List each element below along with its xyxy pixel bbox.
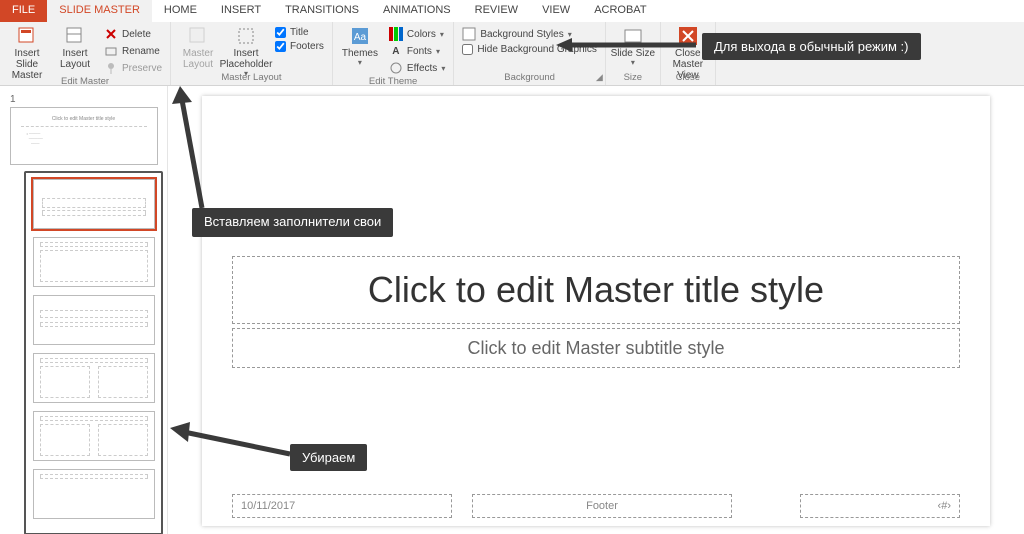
pin-icon [104,61,118,75]
tab-acrobat[interactable]: ACROBAT [582,0,658,22]
rename-icon [104,44,118,58]
tab-view[interactable]: VIEW [530,0,582,22]
insert-slide-master-button[interactable]: Insert Slide Master [4,24,50,72]
effects-icon [389,61,403,75]
layout-thumb-4[interactable] [33,353,155,403]
footers-checkbox[interactable]: Footers [271,40,328,53]
slide-master-icon [17,26,37,46]
effects-button[interactable]: Effects [385,60,449,76]
layout-thumb-1[interactable] [33,179,155,229]
tab-home[interactable]: HOME [152,0,209,22]
fonts-label: Fonts [407,46,432,57]
rename-label: Rename [122,46,160,57]
master-thumb-text: Click to edit Master title style [21,112,147,127]
background-styles-icon [462,27,476,41]
svg-text:Aa: Aa [354,32,367,43]
themes-label: Themes [342,48,378,59]
footer-placeholder[interactable]: Footer [472,494,732,518]
group-label-background: Background [458,72,601,85]
insert-placeholder-button[interactable]: Insert Placeholder [223,24,269,72]
colors-label: Colors [407,29,436,40]
layout-icon [65,26,85,46]
title-checkbox-input[interactable] [275,27,286,38]
slide-number: 1 [10,94,163,105]
layout-thumb-5[interactable] [33,411,155,461]
layout-thumb-6[interactable] [33,469,155,519]
subtitle-placeholder[interactable]: Click to edit Master subtitle style [232,328,960,368]
hide-background-checkbox-input[interactable] [462,44,473,55]
arrow-close [556,36,696,54]
master-layout-icon [188,26,208,46]
group-label-master-layout: Master Layout [175,72,328,85]
rename-button[interactable]: Rename [100,43,166,59]
callout-insert-tip: Вставляем заполнители свои [192,208,393,237]
fonts-button[interactable]: A Fonts [385,43,449,59]
delete-label: Delete [122,29,151,40]
footers-checkbox-label: Footers [290,41,324,52]
thumbnail-panel[interactable]: 1 Click to edit Master title style • ───… [0,86,168,534]
master-layout-button: Master Layout [175,24,221,72]
group-label-close: Close [665,72,711,85]
group-label-edit-master: Edit Master [4,76,166,89]
master-thumbnail[interactable]: Click to edit Master title style • ──── … [10,107,158,165]
title-checkbox[interactable]: Title [271,26,328,39]
placeholder-icon [236,26,256,46]
group-edit-theme: Aa Themes Colors A Fonts [333,22,454,85]
title-placeholder[interactable]: Click to edit Master title style [232,256,960,324]
tab-review[interactable]: REVIEW [463,0,530,22]
preserve-button[interactable]: Preserve [100,60,166,76]
date-placeholder[interactable]: 10/11/2017 [232,494,452,518]
delete-button[interactable]: Delete [100,26,166,42]
title-checkbox-label: Title [290,27,309,38]
group-edit-master: Insert Slide Master Insert Layout Delete [0,22,171,85]
colors-icon [389,27,403,41]
fonts-icon: A [389,44,403,58]
themes-button[interactable]: Aa Themes [337,24,383,72]
insert-placeholder-label: Insert Placeholder [220,48,273,70]
preserve-label: Preserve [122,63,162,74]
tab-slide-master[interactable]: SLIDE MASTER [47,0,152,22]
layout-thumbnails-group [24,171,163,534]
master-layout-label: Master Layout [175,48,221,70]
themes-icon: Aa [350,26,370,46]
insert-layout-button[interactable]: Insert Layout [52,24,98,72]
tab-transitions[interactable]: TRANSITIONS [273,0,371,22]
effects-label: Effects [407,63,437,74]
slidenum-placeholder[interactable]: ‹#› [800,494,960,518]
layout-thumb-3[interactable] [33,295,155,345]
tab-insert[interactable]: INSERT [209,0,273,22]
footers-checkbox-input[interactable] [275,41,286,52]
colors-button[interactable]: Colors [385,26,449,42]
background-dialog-launcher[interactable]: ◢ [596,72,603,83]
delete-icon [104,27,118,41]
callout-remove-tip: Убираем [290,444,367,471]
arrow-insert [172,86,212,210]
layout-thumb-2[interactable] [33,237,155,287]
callout-close-tip: Для выхода в обычный режим :) [702,33,921,60]
background-styles-label: Background Styles [480,29,563,40]
insert-layout-label: Insert Layout [52,48,98,70]
group-label-size: Size [610,72,656,85]
ribbon-tabs: FILE SLIDE MASTER HOME INSERT TRANSITION… [0,0,1024,22]
arrow-remove [170,420,292,460]
workspace: 1 Click to edit Master title style • ───… [0,86,1024,534]
tab-animations[interactable]: ANIMATIONS [371,0,463,22]
group-master-layout: Master Layout Insert Placeholder Title F… [171,22,333,85]
tab-file[interactable]: FILE [0,0,47,22]
